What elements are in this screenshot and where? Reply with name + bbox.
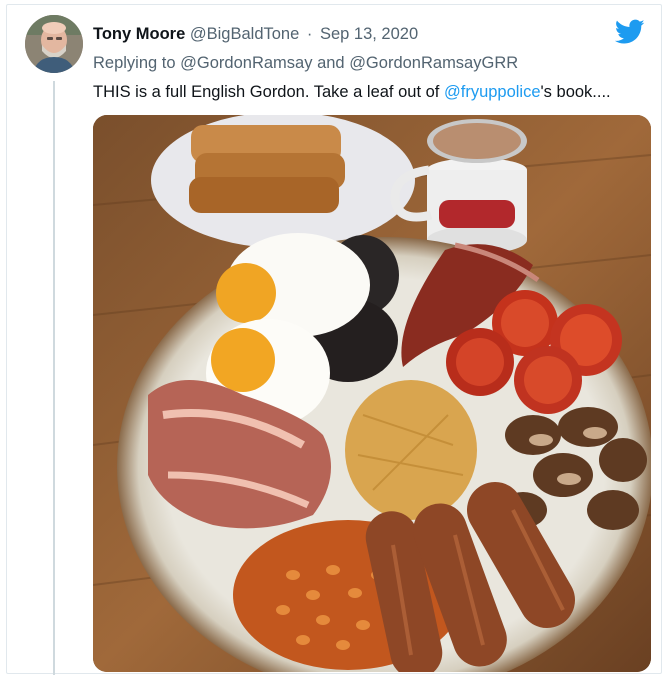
tweet-text-body: THIS is a full English Gordon. Take a le… bbox=[93, 83, 440, 101]
thread-line bbox=[53, 81, 55, 675]
tweet-media-photo[interactable] bbox=[93, 115, 651, 672]
user-handle[interactable]: @BigBaldTone bbox=[190, 25, 299, 43]
tweet-text-suffix: 's book.... bbox=[540, 83, 611, 101]
tweet-text: THIS is a full English Gordon. Take a le… bbox=[93, 83, 611, 102]
twitter-bird-icon[interactable] bbox=[615, 19, 645, 45]
tweet-header: Tony Moore @BigBaldTone · Sep 13, 2020 bbox=[93, 25, 418, 44]
tweet-card[interactable]: Tony Moore @BigBaldTone · Sep 13, 2020 R… bbox=[6, 4, 662, 675]
breakfast-photo-icon bbox=[93, 115, 651, 672]
reply-joiner: and bbox=[317, 54, 345, 72]
separator-dot: · bbox=[306, 25, 313, 43]
tweet-date[interactable]: Sep 13, 2020 bbox=[320, 25, 418, 43]
display-name[interactable]: Tony Moore bbox=[93, 25, 185, 43]
reply-mention-1[interactable]: @GordonRamsay bbox=[180, 54, 312, 72]
reply-context: Replying to @GordonRamsay and @GordonRam… bbox=[93, 54, 518, 73]
reply-prefix: Replying to bbox=[93, 54, 176, 72]
user-avatar-icon[interactable] bbox=[25, 15, 83, 73]
tweet-text-mention[interactable]: @fryuppolice bbox=[444, 83, 541, 101]
reply-mention-2[interactable]: @GordonRamsayGRR bbox=[349, 54, 518, 72]
